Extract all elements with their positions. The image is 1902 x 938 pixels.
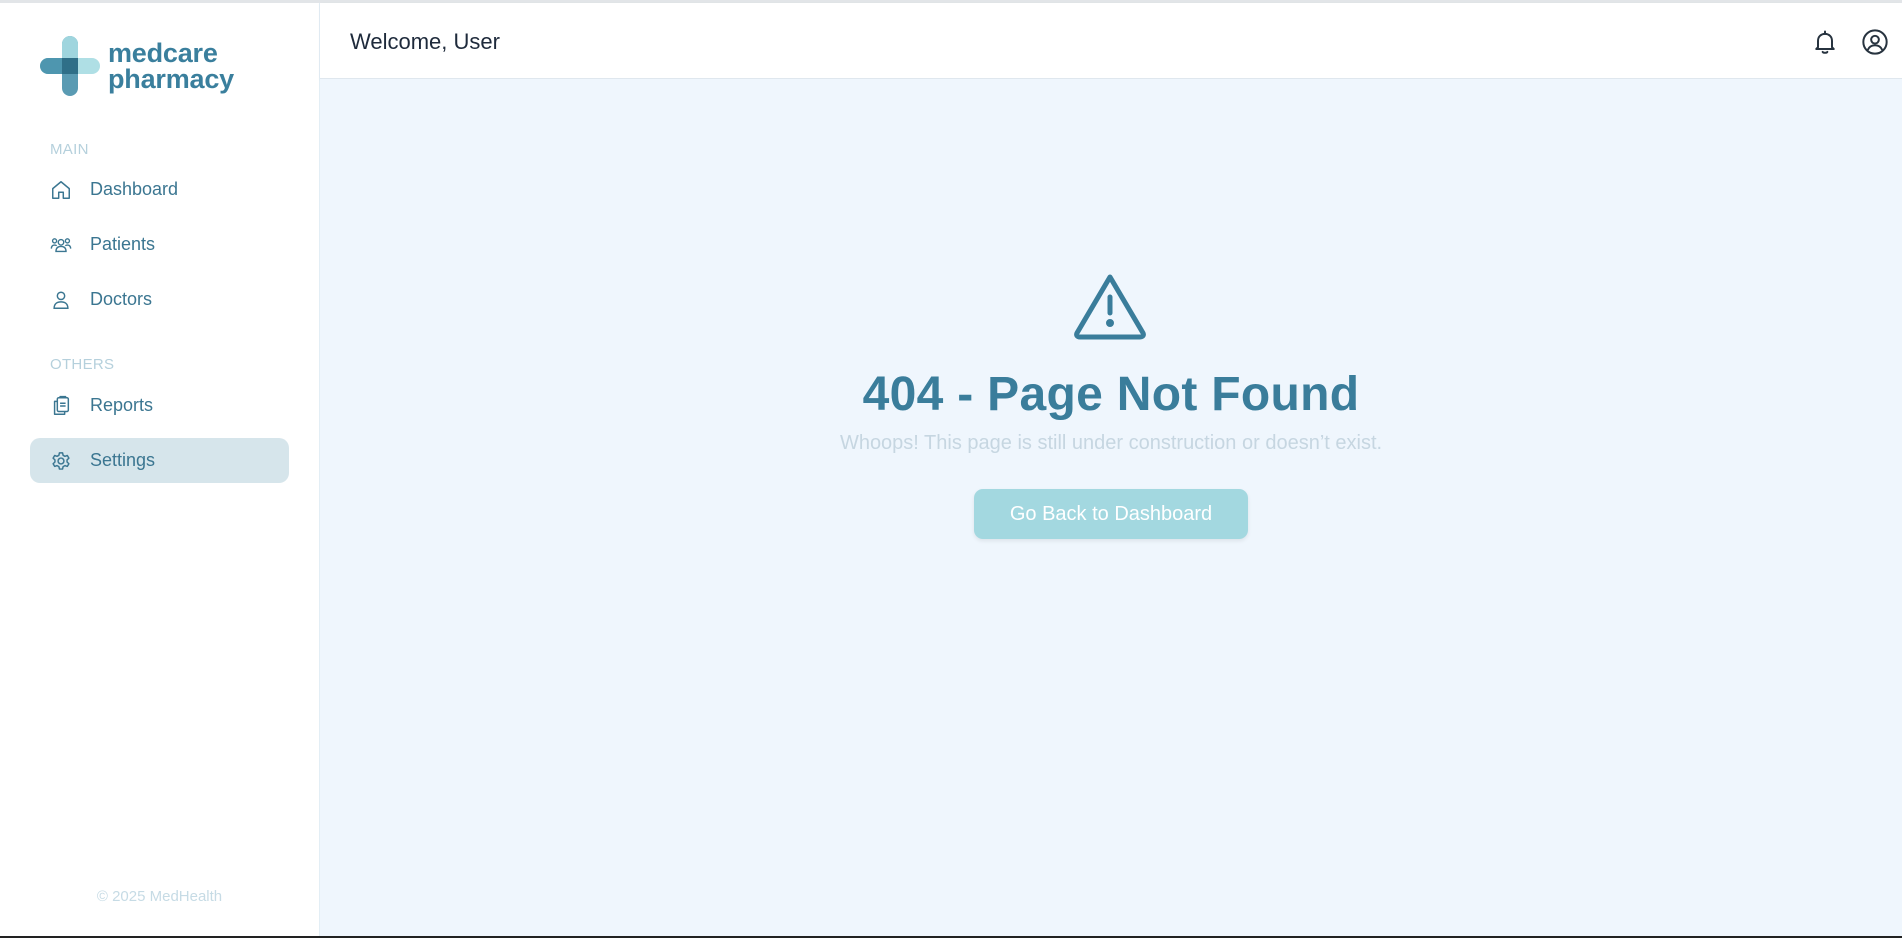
sidebar-item-label: Doctors (90, 289, 153, 309)
bell-icon[interactable] (1811, 28, 1839, 56)
welcome-text: Welcome, User (350, 29, 500, 54)
logo-line1: medcare (108, 38, 218, 68)
sidebar-item-doctors[interactable]: Doctors (30, 277, 289, 322)
page-subtitle: Whoops! This page is still under constru… (839, 432, 1383, 454)
users-icon (50, 238, 72, 253)
gear-icon (52, 452, 70, 470)
section-label-others: OTHERS (50, 356, 115, 373)
sidebar-item-patients[interactable]: Patients (30, 222, 289, 267)
user-icon (53, 291, 69, 309)
logo-text: medcare pharmacy (108, 38, 234, 94)
home-icon (52, 181, 70, 199)
sidebar-item-label: Dashboard (90, 179, 179, 199)
top-header: Welcome, User (320, 3, 1902, 79)
sidebar-item-settings[interactable]: Settings (30, 438, 289, 483)
sidebar: medcare pharmacy MAIN Dashboard Patients… (0, 3, 320, 936)
main-content: 404 - Page Not Found Whoops! This page i… (320, 79, 1902, 936)
copyright: © 2025 MedHealth (96, 888, 223, 905)
logo-line2: pharmacy (108, 64, 234, 94)
clipboard-icon (53, 395, 70, 415)
user-circle-icon[interactable] (1861, 28, 1889, 56)
sidebar-item-label: Reports (90, 395, 154, 415)
page-title: 404 - Page Not Found (862, 368, 1360, 421)
sidebar-item-dashboard[interactable]: Dashboard (30, 167, 289, 212)
sidebar-item-reports[interactable]: Reports (30, 383, 289, 428)
sidebar-item-label: Settings (90, 450, 156, 470)
logo[interactable]: medcare pharmacy (40, 36, 240, 98)
warning-triangle-icon (1074, 274, 1146, 340)
back-to-dashboard-button[interactable]: Go Back to Dashboard (974, 489, 1248, 539)
sidebar-item-label: Patients (90, 234, 156, 254)
section-label-main: MAIN (50, 141, 89, 158)
medcare-cross-icon (40, 36, 100, 96)
